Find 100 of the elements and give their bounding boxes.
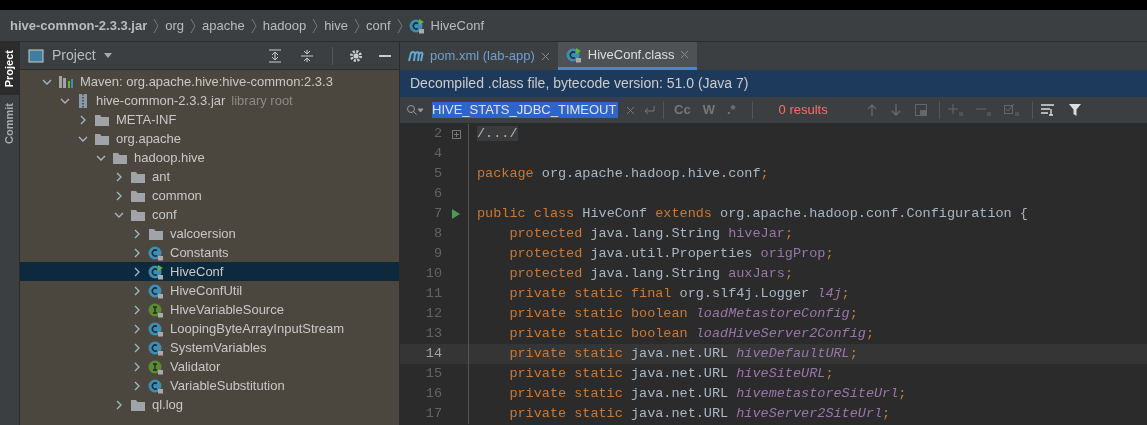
line-number: 7 (432, 204, 443, 223)
tree-item-label: hadoop.hive (134, 148, 205, 167)
chevron-right-icon[interactable] (132, 323, 142, 334)
breadcrumb-item[interactable]: hadoop (262, 15, 307, 36)
interface-icon (148, 358, 164, 375)
info-banner: Decompiled .class file, bytecode version: 51.0 (Java 7) (400, 70, 1147, 97)
caret-icon (103, 53, 112, 58)
tree-item[interactable]: VariableSubstitution (20, 376, 399, 395)
code-text: private static java.net.URL hiveSiteURL; (508, 364, 834, 383)
tree-item[interactable]: hadoop.hive (20, 148, 399, 167)
code-text: protected java.lang.String auxJars; (508, 264, 793, 283)
tree-item-label: Constants (170, 243, 229, 262)
tree-item-label: HiveConfUtil (170, 281, 243, 300)
chevron-right-icon[interactable] (132, 380, 142, 391)
folder-icon (94, 131, 110, 146)
chevron-right-icon[interactable] (132, 247, 142, 258)
line-number: 13 (424, 324, 443, 343)
side-tab[interactable]: Project (0, 42, 19, 96)
line-number: 14 (424, 344, 443, 363)
settings-icon[interactable] (349, 48, 363, 63)
editor-tab[interactable]: HiveConf.class (557, 42, 698, 70)
close-icon[interactable] (540, 51, 550, 61)
tree-item-label: HiveConf (170, 262, 224, 281)
breadcrumb-separator-icon (396, 17, 403, 34)
line-number: 5 (432, 164, 443, 183)
chevron-right-icon[interactable] (132, 228, 142, 239)
runnable-class-icon (148, 263, 164, 280)
tree-item-label: Validator (170, 357, 221, 376)
breadcrumb-item[interactable]: hive (324, 15, 348, 36)
tree-item[interactable]: SystemVariables (20, 338, 399, 357)
tree-item[interactable]: ql.log (20, 395, 399, 414)
editor-tab[interactable]: pom.xml (lab-app) (400, 42, 558, 70)
line-number: 15 (424, 364, 443, 383)
archive-icon (76, 92, 90, 109)
breadcrumb-item[interactable]: apache (202, 15, 245, 36)
tree-item[interactable]: HiveConf (20, 262, 399, 281)
chevron-right-icon[interactable] (132, 342, 142, 353)
code-text: protected java.util.Properties origProp; (508, 244, 834, 263)
minimize-icon[interactable] (379, 54, 391, 57)
breadcrumb-item[interactable]: conf (366, 15, 391, 36)
tree-item[interactable]: common (20, 186, 399, 205)
tree-item[interactable]: conf (20, 205, 399, 224)
clear-icon[interactable] (626, 105, 635, 115)
filter-icon[interactable] (1068, 104, 1081, 116)
folder-icon (130, 397, 146, 412)
breadcrumb-item[interactable]: hive-common-2.3.3.jar (10, 15, 148, 36)
tree-item[interactable]: org.apache (20, 129, 399, 148)
chevron-right-icon[interactable] (114, 171, 124, 182)
tree-item[interactable]: META-INF (20, 110, 399, 129)
newline-icon[interactable] (643, 105, 655, 115)
filter-lines-icon[interactable] (1040, 104, 1055, 116)
breadcrumb-separator-icon (153, 17, 160, 34)
tree-item[interactable]: valcoersion (20, 224, 399, 243)
run-icon[interactable] (452, 209, 460, 219)
folder-icon (130, 188, 146, 203)
code-text: private static final org.slf4j.Logger l4j; (508, 284, 850, 303)
code-text: private static java.net.URL hivemetastoreSiteUrl; (508, 384, 907, 403)
tree-item[interactable]: LoopingByteArrayInputStream (20, 319, 399, 338)
collapse-all-icon[interactable] (300, 48, 314, 63)
results-count: 0 results (778, 101, 829, 120)
line-number: 12 (424, 304, 443, 323)
breadcrumb-separator-icon (250, 17, 257, 34)
search-icon[interactable] (406, 104, 424, 116)
tab-label: HiveConf.class (587, 45, 675, 64)
breadcrumb-item[interactable]: org (165, 15, 185, 36)
tree-item-label: ql.log (152, 395, 184, 414)
chevron-right-icon[interactable] (78, 114, 88, 125)
tree-item-label: LoopingByteArrayInputStream (170, 319, 345, 338)
chevron-right-icon[interactable] (114, 399, 124, 410)
line-number: 17 (424, 404, 443, 423)
search-field[interactable]: HIVE_STATS_JDBC_TIMEOUT (432, 100, 618, 120)
breadcrumb-item[interactable]: HiveConf (430, 15, 485, 36)
tree-item[interactable]: Constants (20, 243, 399, 262)
class-icon (148, 282, 164, 299)
line-number: 4 (432, 144, 443, 163)
project-view-dropdown[interactable]: Project (52, 45, 112, 66)
chevron-right-icon[interactable] (132, 266, 142, 277)
tree-item[interactable]: Validator (20, 357, 399, 376)
tree-item[interactable]: HiveConfUtil (20, 281, 399, 300)
chevron-right-icon[interactable] (132, 304, 142, 315)
runnable-class-icon (408, 17, 425, 34)
code-text: /.../ (477, 124, 518, 143)
tree-item[interactable]: Maven: org.apache.hive:hive-common:2.3.3 (20, 72, 399, 91)
chevron-right-icon[interactable] (114, 190, 124, 201)
tree-item[interactable]: hive-common-2.3.3.jar library root (20, 91, 399, 110)
tree-item[interactable]: ant (20, 167, 399, 186)
folder-icon (94, 112, 110, 127)
line-number: 2 (432, 124, 443, 143)
tree-item-label: ant (152, 167, 171, 186)
tree-item-label: HiveVariableSource (170, 300, 284, 319)
side-tab[interactable]: Commit (0, 95, 19, 153)
chevron-right-icon[interactable] (132, 361, 142, 372)
expand-all-icon[interactable] (268, 48, 282, 63)
fold-icon[interactable] (451, 129, 461, 139)
tree-item-hint: library root (231, 91, 293, 110)
folder-icon (130, 169, 146, 184)
line-number: 9 (432, 244, 443, 263)
tree-item[interactable]: HiveVariableSource (20, 300, 399, 319)
line-number: 10 (424, 264, 443, 283)
chevron-right-icon[interactable] (132, 285, 142, 296)
